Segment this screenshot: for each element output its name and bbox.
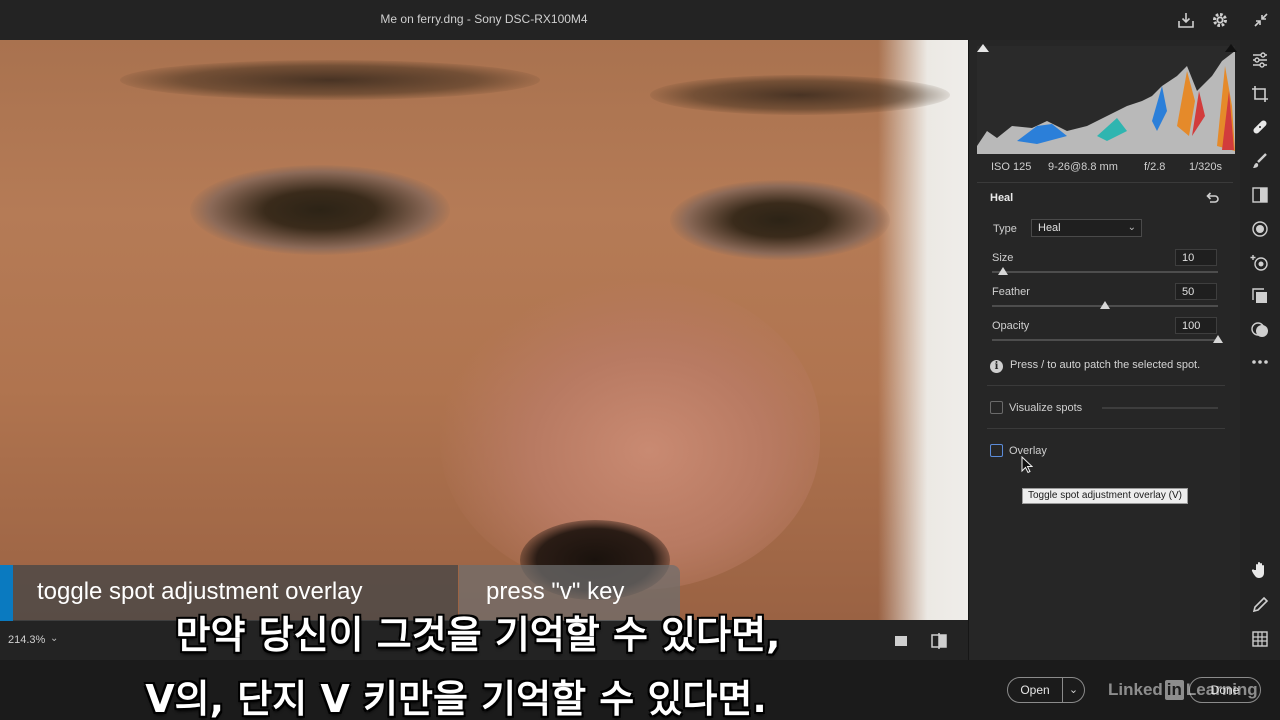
photo-canvas[interactable] [0,40,968,620]
radial-icon[interactable] [1250,219,1270,239]
gear-icon[interactable] [1210,10,1230,30]
visualize-spots-slider[interactable] [1102,407,1218,409]
brush-icon[interactable] [1250,151,1270,171]
presets-icon[interactable] [1250,286,1270,306]
eye-left [190,165,450,255]
edit-panel: ISO 125 9-26@8.8 mm f/2.8 1/320s Heal Ty… [968,40,1240,660]
more-icon[interactable] [1250,352,1270,372]
opacity-slider-thumb[interactable] [1213,335,1223,343]
edit-sliders-icon[interactable] [1250,50,1270,70]
size-label: Size [992,252,1014,264]
mouse-cursor-icon [1021,456,1033,474]
red-eye-icon[interactable] [1250,253,1270,273]
hand-icon[interactable] [1250,560,1270,580]
collapse-icon[interactable] [1251,10,1271,30]
grid-icon[interactable] [1250,629,1270,649]
export-icon[interactable] [1176,10,1196,30]
opacity-field[interactable]: 100 [1175,317,1217,334]
info-icon: i [990,360,1003,373]
color-sampler-icon[interactable] [1250,595,1270,615]
crop-icon[interactable] [1250,84,1270,104]
type-select[interactable]: Heal ⌄ [1031,219,1142,237]
linkedin-learning-watermark: Linked in Learning [1108,680,1258,700]
feather-slider-thumb[interactable] [1100,301,1110,309]
open-button[interactable]: Open [1007,677,1063,703]
gradient-icon[interactable] [1250,185,1270,205]
size-field[interactable]: 10 [1175,249,1217,266]
overlay-checkbox[interactable] [990,444,1003,457]
eyebrow-right [650,75,950,115]
tool-strip [1240,40,1280,660]
snapshots-icon[interactable] [1250,320,1270,340]
histogram [977,46,1235,154]
heal-title: Heal [990,192,1014,204]
feather-label: Feather [992,286,1030,298]
eye-right [670,180,890,260]
exif-lens: 9-26@8.8 mm [1048,161,1118,173]
title-bar: Me on ferry.dng - Sony DSC-RX100M4 [0,0,1280,40]
eyebrow-left [120,60,540,100]
shadow-clipping-toggle[interactable] [977,44,989,52]
info-text: Press / to auto patch the selected spot. [1010,359,1201,371]
opacity-slider[interactable] [992,335,1223,343]
exif-info: ISO 125 9-26@8.8 mm f/2.8 1/320s [969,158,1241,178]
type-label: Type [993,223,1017,235]
visualize-spots-checkbox[interactable] [990,401,1003,414]
healing-icon[interactable] [1250,117,1270,137]
overlay-tooltip: Toggle spot adjustment overlay (V) [1022,488,1188,504]
caption-shortcut-text: press "v" key [486,578,625,605]
subtitle-line-2: V의, 단지 V 키만을 기억할 수 있다면. [145,677,767,720]
exif-iso: ISO 125 [991,161,1032,173]
feather-slider[interactable] [992,301,1218,309]
opacity-label: Opacity [992,320,1030,332]
highlight-clipping-toggle[interactable] [1225,44,1237,52]
size-slider[interactable] [992,267,1218,275]
size-slider-thumb[interactable] [998,267,1009,275]
visualize-spots-label: Visualize spots [1009,402,1083,414]
chevron-down-icon: ⌄ [1127,222,1136,233]
exif-shutter: 1/320s [1189,161,1223,173]
subtitle-line-1: 만약 당신이 그것을 기억할 수 있다면, [175,613,781,657]
exif-aperture: f/2.8 [1144,161,1166,173]
feather-field[interactable]: 50 [1175,283,1217,300]
window-title: Me on ferry.dng - Sony DSC-RX100M4 [380,12,588,26]
reset-icon[interactable] [1204,190,1220,206]
caption-action-text: toggle spot adjustment overlay [37,578,363,605]
